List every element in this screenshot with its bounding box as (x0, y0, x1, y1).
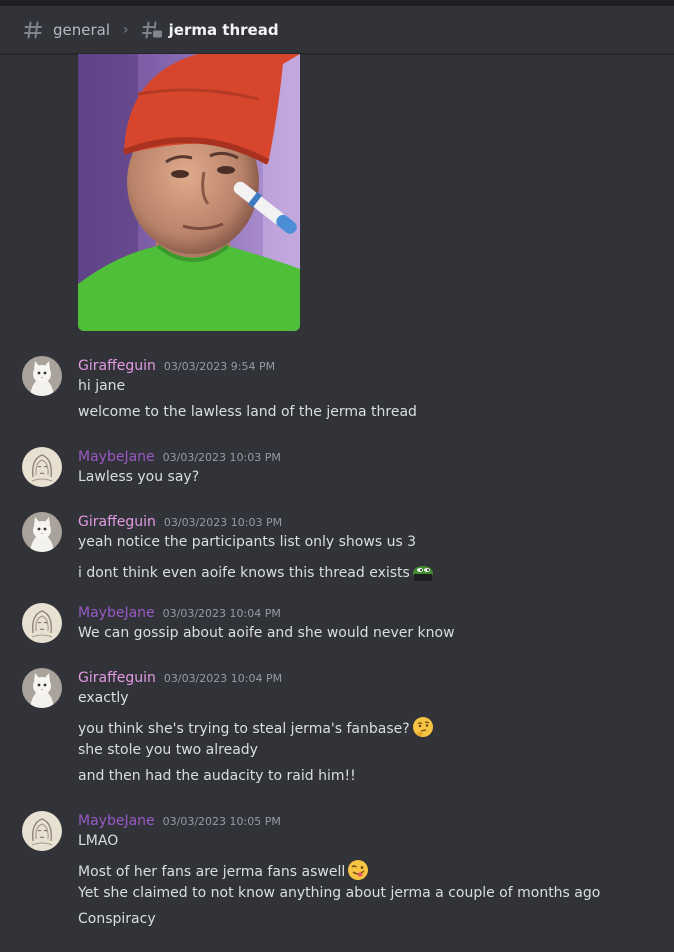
timestamp[interactable]: 03/03/2023 10:04 PM (164, 672, 282, 685)
photo-of-man-with-toothbrush (78, 54, 300, 331)
message-line: LMAO (78, 833, 119, 849)
message-group: MaybeJane 03/03/2023 10:04 PM We can gos… (0, 599, 674, 649)
message-text: Most of her fans are jerma fans aswell (78, 864, 346, 880)
timestamp[interactable]: 03/03/2023 10:03 PM (163, 451, 281, 464)
white-cat-avatar-icon (22, 668, 62, 708)
thinking-face-emoji-icon (412, 717, 433, 737)
sketch-avatar-icon (22, 811, 62, 851)
white-cat-avatar-icon (22, 356, 62, 396)
username[interactable]: Giraffeguin (78, 358, 156, 374)
message-group: Giraffeguin 03/03/2023 9:54 PM hi jane w… (0, 350, 674, 430)
avatar[interactable] (22, 603, 62, 643)
avatar[interactable] (22, 811, 62, 851)
message-line: i dont think even aoife knows this threa… (78, 560, 434, 582)
message-line: exactly (78, 690, 129, 706)
message-group: Giraffeguin 03/03/2023 10:04 PM exactly … (0, 664, 674, 794)
message-header: Giraffeguin 03/03/2023 10:04 PM (78, 670, 282, 686)
avatar[interactable] (22, 447, 62, 487)
message-line: you think she's trying to steal jerma's … (78, 716, 434, 738)
sneaky-pepe-emoji-icon (412, 566, 433, 581)
username[interactable]: MaybeJane (78, 605, 155, 621)
message-header: Giraffeguin 03/03/2023 9:54 PM (78, 358, 275, 374)
message-line: hi jane (78, 378, 126, 394)
winking-tongue-face-emoji-icon (348, 860, 369, 880)
timestamp[interactable]: 03/03/2023 10:04 PM (163, 607, 281, 620)
message-line: Yet she claimed to not know anything abo… (78, 885, 601, 901)
message-line: Most of her fans are jerma fans aswell (78, 859, 369, 881)
username[interactable]: Giraffeguin (78, 514, 156, 530)
message-image-attachment[interactable] (78, 54, 300, 331)
message-group: MaybeJane 03/03/2023 10:03 PM Lawless yo… (0, 443, 674, 493)
sketch-avatar-icon (22, 447, 62, 487)
message-line: Conspiracy (78, 911, 156, 927)
sketch-avatar-icon (22, 603, 62, 643)
avatar[interactable] (22, 512, 62, 552)
breadcrumb-chevron-icon: › (123, 21, 129, 38)
parent-channel-link[interactable]: general (53, 21, 110, 39)
username[interactable]: Giraffeguin (78, 670, 156, 686)
thread-title: jerma thread (168, 20, 279, 39)
channel-hash-icon (24, 21, 42, 38)
message-group: Giraffeguin 03/03/2023 10:03 PM yeah not… (0, 508, 674, 584)
thread-icon (141, 21, 162, 38)
thread-header: general › jerma thread (0, 6, 674, 54)
username[interactable]: MaybeJane (78, 813, 155, 829)
timestamp[interactable]: 03/03/2023 10:05 PM (163, 815, 281, 828)
timestamp[interactable]: 03/03/2023 9:54 PM (164, 360, 275, 373)
message-group: MaybeJane 03/03/2023 10:05 PM LMAO Most … (0, 807, 674, 937)
timestamp[interactable]: 03/03/2023 10:03 PM (164, 516, 282, 529)
message-text: you think she's trying to steal jerma's … (78, 721, 410, 737)
message-line: welcome to the lawless land of the jerma… (78, 404, 417, 420)
message-line: yeah notice the participants list only s… (78, 534, 417, 550)
message-text: i dont think even aoife knows this threa… (78, 565, 410, 581)
white-cat-avatar-icon (22, 512, 62, 552)
avatar[interactable] (22, 668, 62, 708)
message-header: Giraffeguin 03/03/2023 10:03 PM (78, 514, 282, 530)
avatar[interactable] (22, 356, 62, 396)
message-header: MaybeJane 03/03/2023 10:03 PM (78, 449, 281, 465)
message-list: Giraffeguin 03/03/2023 9:54 PM hi jane w… (0, 54, 674, 952)
username[interactable]: MaybeJane (78, 449, 155, 465)
message-line: We can gossip about aoife and she would … (78, 625, 455, 641)
message-line: Lawless you say? (78, 469, 200, 485)
message-header: MaybeJane 03/03/2023 10:05 PM (78, 813, 281, 829)
message-header: MaybeJane 03/03/2023 10:04 PM (78, 605, 281, 621)
message-line: and then had the audacity to raid him!! (78, 768, 356, 784)
message-line: she stole you two already (78, 742, 258, 758)
